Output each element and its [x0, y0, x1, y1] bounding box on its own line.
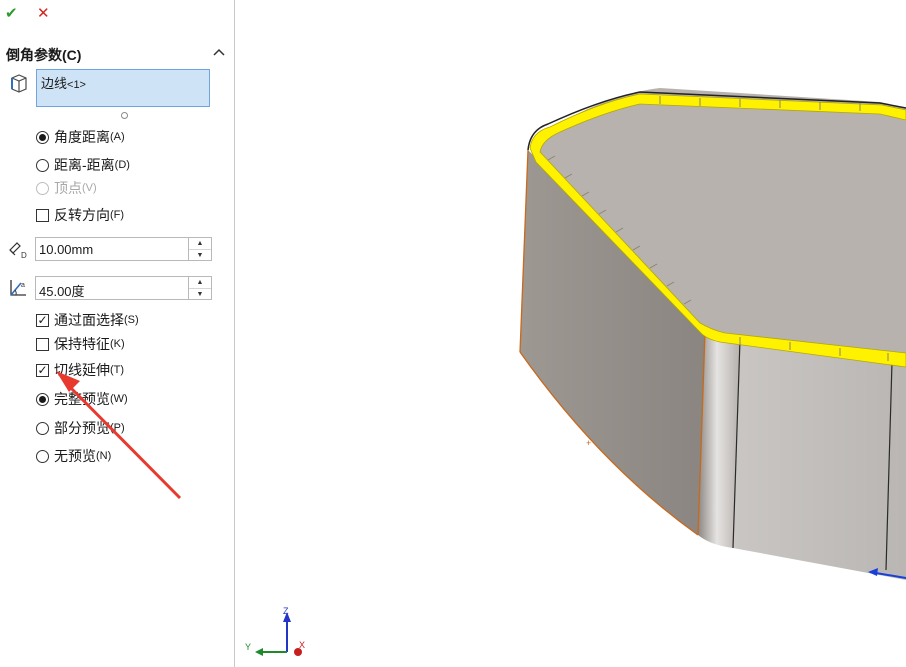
cancel-button[interactable]: ✕	[37, 4, 50, 22]
collapse-chevron-icon[interactable]	[212, 45, 226, 59]
selected-edge-count: <1>	[67, 79, 86, 91]
svg-text:a: a	[21, 282, 25, 289]
distance-input[interactable]: 10.00mm ▲ ▼	[35, 237, 212, 261]
radio-indicator[interactable]	[36, 449, 49, 463]
axis-triad-icon: Z Y X	[245, 606, 305, 656]
tangent-propagation-checkbox[interactable]: ✓ 切线延伸 (T)	[36, 361, 124, 379]
checkbox-label: 通过面选择	[54, 312, 124, 328]
edge-selection-list[interactable]: 边线<1>	[36, 69, 210, 107]
spin-down-icon[interactable]: ▼	[189, 288, 211, 300]
radio-label: 顶点	[54, 180, 82, 196]
spin-up-icon[interactable]: ▲	[189, 277, 211, 288]
checkbox-shortcut: (K)	[110, 338, 125, 350]
radio-label: 距离-距离	[54, 157, 115, 173]
radio-shortcut: (N)	[96, 450, 112, 462]
checkbox-indicator[interactable]	[36, 208, 49, 222]
checkbox-indicator[interactable]	[36, 337, 49, 351]
radio-distance-distance[interactable]: 距离-距离 (D)	[36, 156, 130, 174]
spin-down-icon[interactable]: ▼	[189, 249, 211, 261]
radio-shortcut: (W)	[110, 393, 128, 405]
radio-indicator[interactable]	[36, 392, 49, 406]
radio-indicator	[36, 181, 49, 195]
select-through-faces-checkbox[interactable]: ✓ 通过面选择 (S)	[36, 311, 139, 329]
radio-shortcut: (V)	[82, 182, 97, 194]
radio-full-preview[interactable]: 完整预览 (W)	[36, 390, 128, 408]
section-title: 倒角参数(C)	[6, 47, 82, 63]
checkbox-indicator[interactable]: ✓	[36, 313, 49, 327]
radio-shortcut: (A)	[110, 131, 125, 143]
angle-value: 45.00度	[39, 284, 85, 299]
checkbox-shortcut: (T)	[110, 364, 125, 376]
ok-button[interactable]: ✔	[5, 4, 18, 22]
radio-label: 完整预览	[54, 391, 110, 407]
checkbox-indicator[interactable]: ✓	[36, 363, 49, 377]
radio-vertex: 顶点 (V)	[36, 179, 97, 197]
radio-label: 部分预览	[54, 420, 110, 436]
distance-icon: D	[9, 242, 27, 260]
svg-text:D: D	[21, 251, 27, 260]
checkbox-label: 保持特征	[54, 336, 110, 352]
list-resize-handle[interactable]	[121, 112, 128, 119]
svg-text:+: +	[586, 438, 591, 448]
checkbox-label: 切线延伸	[54, 362, 110, 378]
checkbox-shortcut: (S)	[124, 314, 139, 326]
radio-angle-distance[interactable]: 角度距离 (A)	[36, 128, 125, 146]
property-manager-panel: ✔ ✕ 倒角参数(C) 边线<1> 角度距离 (A) 距离-距离 (D) 顶点 (V)…	[0, 0, 234, 667]
edge-selection-icon	[11, 74, 27, 93]
spin-up-icon[interactable]: ▲	[189, 238, 211, 249]
radio-label: 角度距离	[54, 129, 110, 145]
selected-edge-text: 边线	[41, 76, 68, 91]
axis-z-label: Z	[283, 606, 289, 616]
flip-direction-checkbox[interactable]: 反转方向 (F)	[36, 206, 124, 224]
radio-shortcut: (P)	[110, 422, 125, 434]
radio-indicator[interactable]	[36, 130, 49, 144]
radio-indicator[interactable]	[36, 421, 49, 435]
graphics-viewport[interactable]: + Z Y X	[235, 0, 906, 667]
distance-spinner[interactable]: ▲ ▼	[188, 238, 211, 260]
front-face	[733, 340, 906, 580]
radio-label: 无预览	[54, 448, 96, 464]
radio-indicator[interactable]	[36, 158, 49, 172]
keep-features-checkbox[interactable]: 保持特征 (K)	[36, 335, 125, 353]
distance-value: 10.00mm	[39, 242, 94, 257]
radio-partial-preview[interactable]: 部分预览 (P)	[36, 419, 125, 437]
radio-no-preview[interactable]: 无预览 (N)	[36, 447, 111, 465]
axis-y-label: Y	[245, 642, 251, 652]
axis-x-label: X	[299, 640, 305, 650]
angle-input[interactable]: 45.00度 ▲ ▼	[35, 276, 212, 300]
angle-spinner[interactable]: ▲ ▼	[188, 277, 211, 299]
radio-shortcut: (D)	[114, 159, 130, 171]
checkbox-shortcut: (F)	[110, 209, 125, 221]
checkbox-label: 反转方向	[54, 207, 110, 223]
angle-icon: a	[10, 280, 26, 296]
model-view[interactable]: +	[235, 0, 906, 667]
